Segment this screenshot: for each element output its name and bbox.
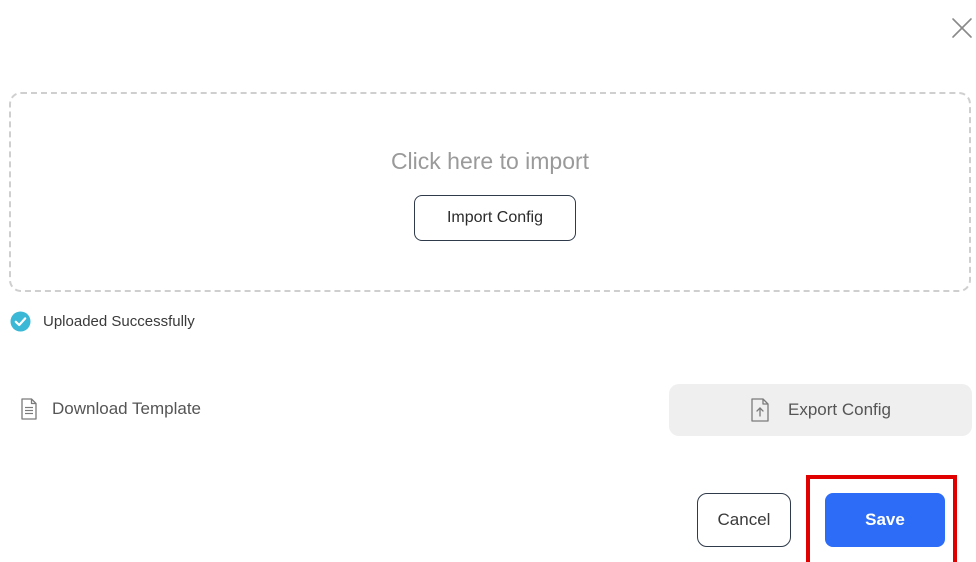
import-config-dialog: Click here to import Import Config Uploa…	[0, 0, 976, 562]
dropzone-title: Click here to import	[390, 148, 590, 174]
upload-status-text: Uploaded Successfully	[43, 313, 195, 330]
cancel-button[interactable]: Cancel	[697, 493, 791, 547]
import-config-button[interactable]: Import Config	[414, 195, 576, 241]
file-upload-icon	[751, 398, 769, 422]
document-icon	[21, 398, 37, 420]
close-icon	[952, 18, 972, 38]
download-template-label: Download Template	[52, 399, 201, 418]
export-config-button[interactable]: Export Config	[669, 384, 972, 436]
download-template-link[interactable]: Download Template	[20, 398, 201, 420]
export-config-label: Export Config	[788, 400, 891, 419]
save-button[interactable]: Save	[825, 493, 945, 547]
close-button[interactable]	[950, 16, 974, 40]
upload-status: Uploaded Successfully	[10, 311, 195, 332]
check-circle-icon	[10, 311, 31, 332]
import-dropzone[interactable]: Click here to import Import Config	[9, 92, 971, 292]
